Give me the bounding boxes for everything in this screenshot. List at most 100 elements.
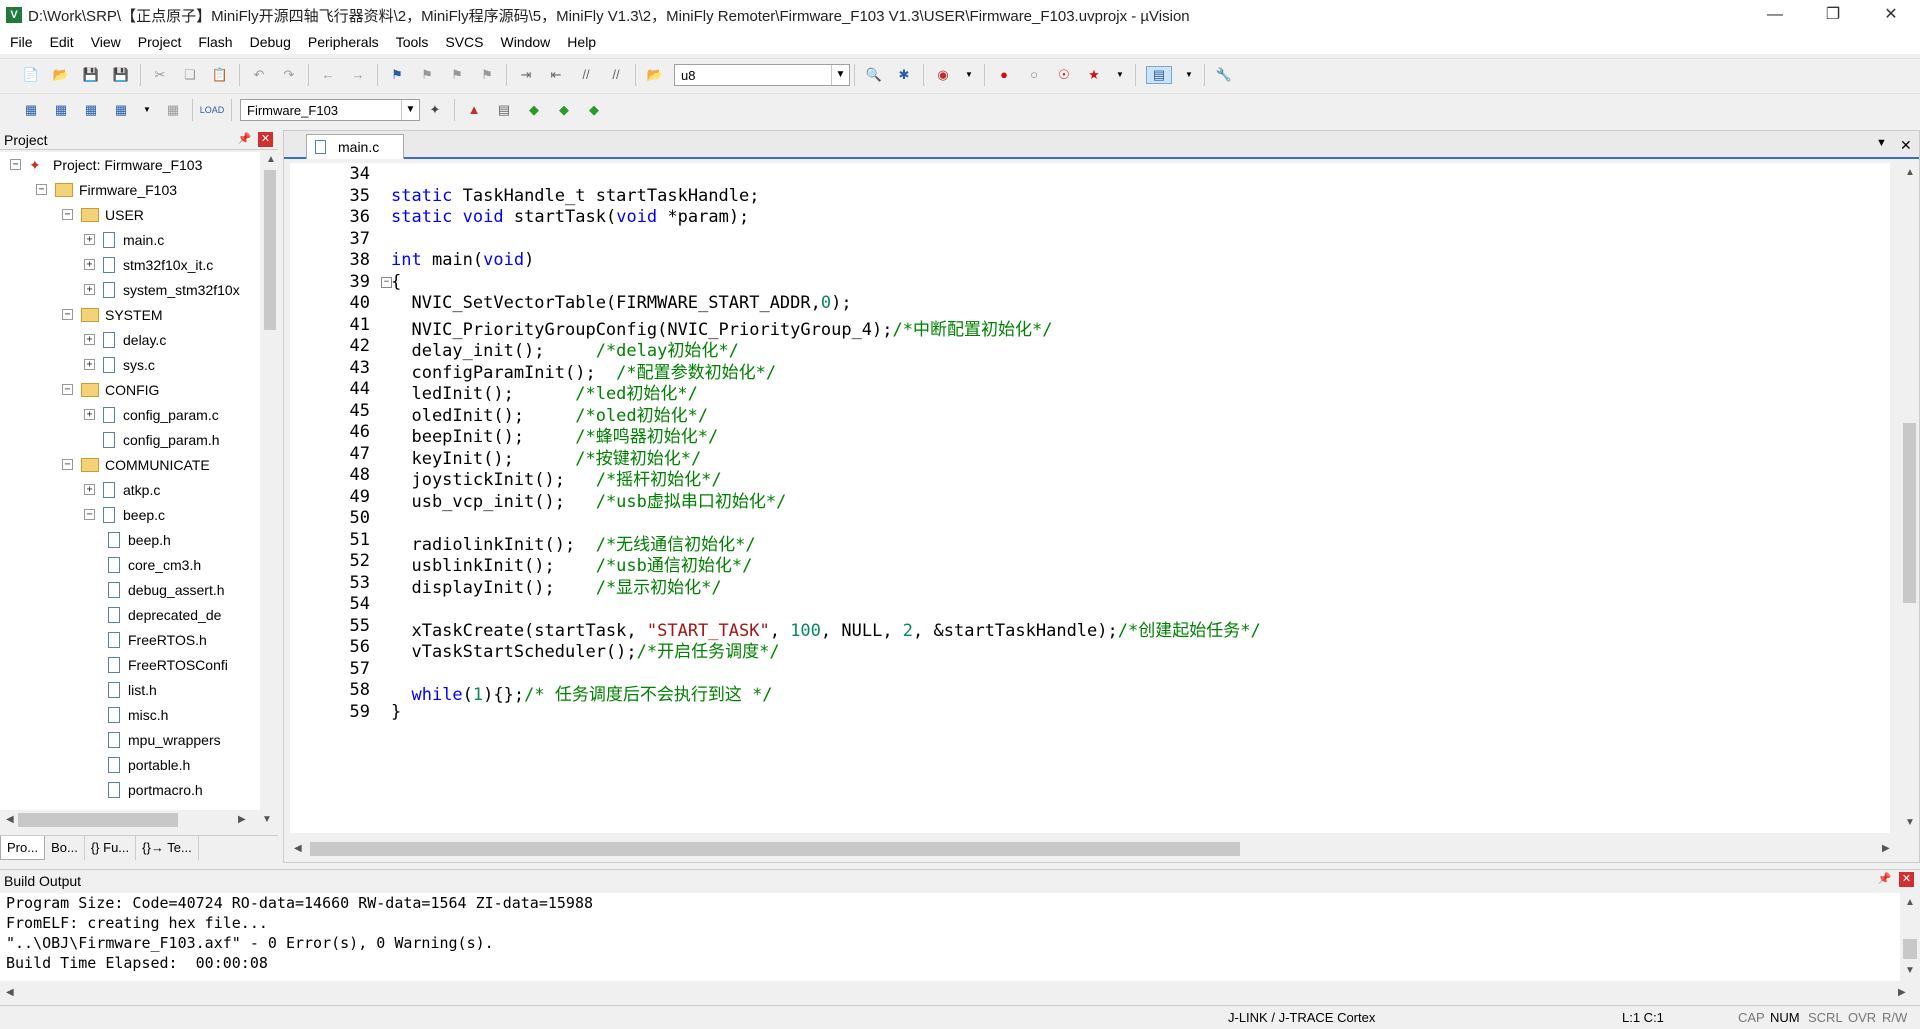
- expand-icon[interactable]: +: [84, 409, 95, 420]
- chevron-down-icon[interactable]: ▼: [401, 100, 419, 120]
- uncomment-icon[interactable]: //: [607, 66, 625, 84]
- scroll-right-icon[interactable]: ▶: [238, 814, 246, 825]
- tree-item-folder[interactable]: − USER: [62, 202, 144, 227]
- prev-bookmark-icon[interactable]: ⚑: [418, 66, 436, 84]
- tree-item-file[interactable]: deprecated_de: [108, 602, 221, 627]
- undo-icon[interactable]: ↶: [250, 66, 268, 84]
- tree-item-file[interactable]: list.h: [108, 677, 157, 702]
- project-vertical-scrollbar[interactable]: ▲: [262, 152, 278, 810]
- dropdown-arrow-icon[interactable]: ▼: [1111, 66, 1129, 84]
- menu-tools[interactable]: Tools: [386, 30, 436, 54]
- next-bookmark-icon[interactable]: ⚑: [448, 66, 466, 84]
- collapse-icon[interactable]: −: [36, 184, 47, 195]
- tab-project-panel-1[interactable]: Bo...: [45, 836, 85, 860]
- tab-project-panel-3[interactable]: {}→ Te...: [136, 836, 199, 860]
- scroll-thumb[interactable]: [310, 842, 1240, 856]
- collapse-icon[interactable]: −: [62, 459, 73, 470]
- tree-item-file[interactable]: config_param.h: [84, 427, 220, 452]
- tab-list-dropdown-icon[interactable]: ▼: [1876, 137, 1887, 149]
- close-window-button[interactable]: ✕: [1862, 0, 1920, 30]
- rebuild-icon[interactable]: ▦: [82, 101, 100, 119]
- pack-installer-icon[interactable]: ◆: [555, 101, 573, 119]
- tree-item-file[interactable]: − beep.c: [84, 502, 165, 527]
- collapse-icon[interactable]: −: [62, 309, 73, 320]
- build-output-vertical-scrollbar[interactable]: ▲ ▼: [1900, 893, 1920, 981]
- scroll-left-icon[interactable]: ◀: [294, 843, 302, 854]
- navigate-back-icon[interactable]: ←: [319, 66, 337, 84]
- close-editor-icon[interactable]: ✕: [1900, 137, 1912, 154]
- menu-file[interactable]: File: [0, 30, 40, 54]
- expand-icon[interactable]: +: [84, 484, 95, 495]
- batch-build-icon[interactable]: ▦: [112, 101, 130, 119]
- restore-button[interactable]: ❐: [1804, 0, 1862, 30]
- stop-build-icon[interactable]: ▦: [164, 101, 182, 119]
- tree-item-file[interactable]: core_cm3.h: [108, 552, 201, 577]
- new-file-icon[interactable]: 📄: [22, 66, 40, 84]
- file-extensions-icon[interactable]: ▲: [465, 101, 483, 119]
- menu-debug[interactable]: Debug: [240, 30, 298, 54]
- navigate-forward-icon[interactable]: →: [349, 66, 367, 84]
- debug-session-icon[interactable]: ◉: [934, 66, 952, 84]
- translate-icon[interactable]: ▦: [22, 101, 40, 119]
- tree-item-file[interactable]: + sys.c: [84, 352, 155, 377]
- save-all-icon[interactable]: 💾: [112, 66, 130, 84]
- scroll-down-icon[interactable]: ▼: [1905, 817, 1915, 828]
- menu-flash[interactable]: Flash: [188, 30, 239, 54]
- expand-icon[interactable]: +: [84, 284, 95, 295]
- tree-item-file[interactable]: + main.c: [84, 227, 164, 252]
- scroll-thumb[interactable]: [264, 170, 276, 330]
- tree-item-file[interactable]: portmacro.h: [108, 777, 203, 802]
- kill-all-breakpoints-icon[interactable]: ★: [1085, 66, 1103, 84]
- scroll-thumb[interactable]: [18, 813, 178, 827]
- dropdown-arrow-icon[interactable]: ▼: [960, 66, 978, 84]
- tree-item-file[interactable]: mpu_wrappers: [108, 727, 221, 752]
- tree-item-folder[interactable]: − SYSTEM: [62, 302, 163, 327]
- configure-tools-icon[interactable]: 🔧: [1215, 66, 1233, 84]
- manage-project-items-icon[interactable]: ▤: [495, 101, 513, 119]
- select-packs-icon[interactable]: ◆: [525, 101, 543, 119]
- close-icon[interactable]: ✕: [1899, 872, 1914, 887]
- tree-item-file[interactable]: + config_param.c: [84, 402, 219, 427]
- build-output-text[interactable]: Program Size: Code=40724 RO-data=14660 R…: [0, 893, 1900, 981]
- menu-peripherals[interactable]: Peripherals: [298, 30, 386, 54]
- disable-breakpoint-icon[interactable]: ○: [1025, 66, 1043, 84]
- tree-item-file[interactable]: FreeRTOSConfi: [108, 652, 228, 677]
- tree-item-file[interactable]: + stm32f10x_it.c: [84, 252, 213, 277]
- expand-icon[interactable]: +: [84, 334, 95, 345]
- expand-icon[interactable]: +: [84, 259, 95, 270]
- scroll-right-icon[interactable]: ▶: [1898, 987, 1906, 998]
- find-combobox[interactable]: u8 ▼: [674, 64, 850, 86]
- tree-item-file[interactable]: + delay.c: [84, 327, 166, 352]
- cut-icon[interactable]: ✂: [151, 66, 169, 84]
- tree-item-folder[interactable]: − CONFIG: [62, 377, 159, 402]
- tree-item-file[interactable]: + system_stm32f10x: [84, 277, 240, 302]
- collapse-icon[interactable]: −: [62, 384, 73, 395]
- scroll-left-icon[interactable]: ◀: [6, 987, 14, 998]
- expand-icon[interactable]: +: [84, 359, 95, 370]
- build-output-horizontal-scrollbar[interactable]: ◀ ▶: [0, 983, 1920, 1003]
- insert-bookmark-icon[interactable]: ⚑: [388, 66, 406, 84]
- open-file-icon[interactable]: 📂: [52, 66, 70, 84]
- indent-icon[interactable]: ⇥: [517, 66, 535, 84]
- tree-item-target[interactable]: − Firmware_F103: [36, 177, 177, 202]
- tree-item-file[interactable]: debug_assert.h: [108, 577, 225, 602]
- manage-rte-icon[interactable]: ◆: [585, 101, 603, 119]
- comment-icon[interactable]: //: [577, 66, 595, 84]
- tree-item-folder[interactable]: − COMMUNICATE: [62, 452, 210, 477]
- scroll-up-icon[interactable]: ▲: [1905, 167, 1915, 178]
- save-icon[interactable]: 💾: [82, 66, 100, 84]
- menu-edit[interactable]: Edit: [40, 30, 81, 54]
- tab-main-c[interactable]: main.c: [306, 134, 404, 159]
- menu-svcs[interactable]: SVCS: [435, 30, 490, 54]
- tree-item-file[interactable]: misc.h: [108, 702, 168, 727]
- pin-icon[interactable]: 📌: [237, 132, 252, 147]
- copy-icon[interactable]: ❏: [181, 66, 199, 84]
- redo-icon[interactable]: ↷: [280, 66, 298, 84]
- chevron-down-icon[interactable]: ▼: [831, 65, 849, 85]
- scroll-down-icon[interactable]: ▼: [262, 814, 272, 825]
- scroll-thumb[interactable]: [1903, 423, 1916, 603]
- scroll-right-icon[interactable]: ▶: [1882, 843, 1890, 854]
- find-in-files-icon[interactable]: 📂: [646, 66, 664, 84]
- tree-item-file[interactable]: FreeRTOS.h: [108, 627, 207, 652]
- tab-project-panel-2[interactable]: {} Fu...: [85, 836, 137, 860]
